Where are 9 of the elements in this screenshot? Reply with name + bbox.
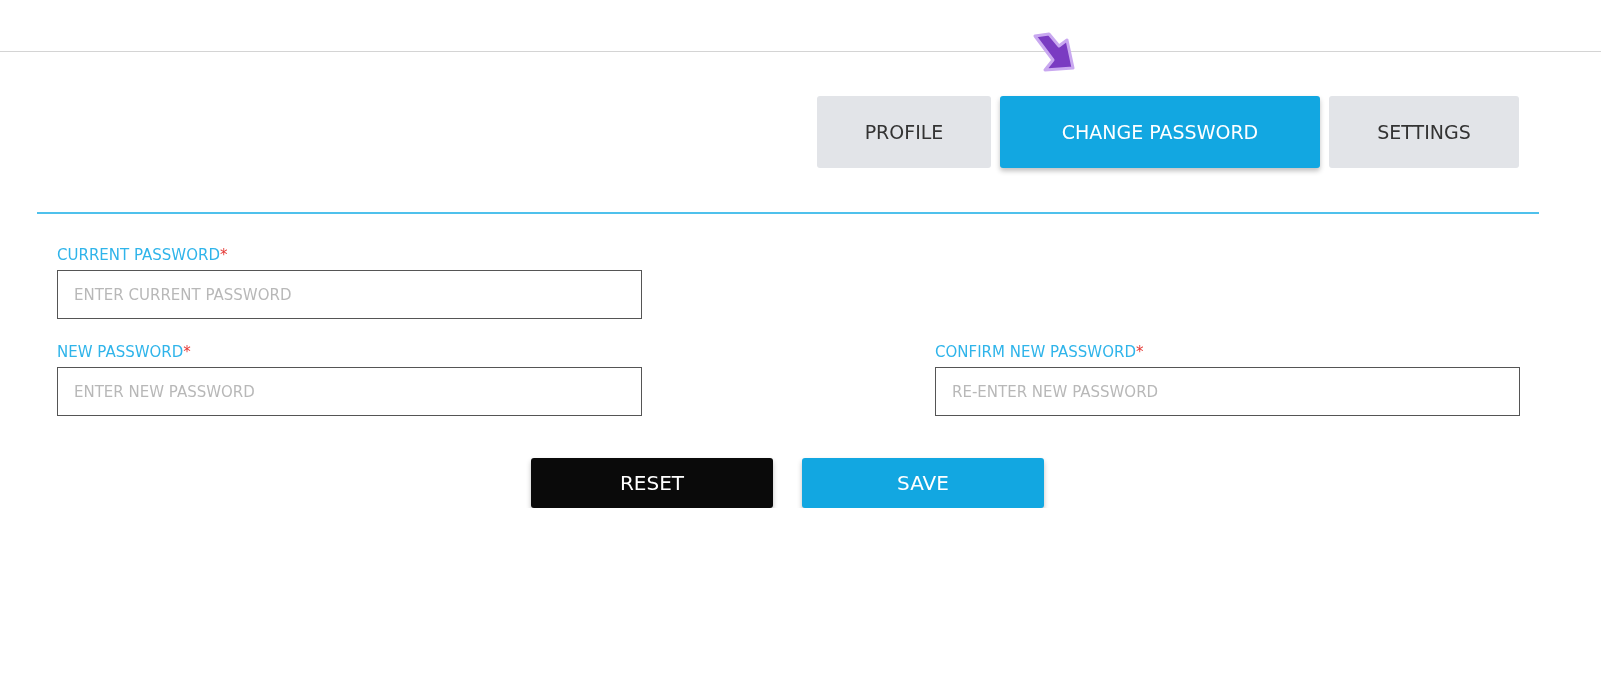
password-field[interactable]: RE-ENTER NEW PASSWORD: [935, 367, 1520, 416]
password-field[interactable]: ENTER NEW PASSWORD: [57, 367, 642, 416]
password-field[interactable]: ENTER CURRENT PASSWORD: [57, 270, 642, 319]
field-label: CURRENT PASSWORD*: [57, 246, 229, 264]
field-label: CONFIRM NEW PASSWORD*: [935, 343, 1145, 361]
field-label: NEW PASSWORD*: [57, 343, 192, 361]
tab[interactable]: PROFILE: [817, 96, 991, 168]
reset-button[interactable]: RESET: [531, 458, 773, 508]
tab[interactable]: SETTINGS: [1329, 96, 1519, 168]
